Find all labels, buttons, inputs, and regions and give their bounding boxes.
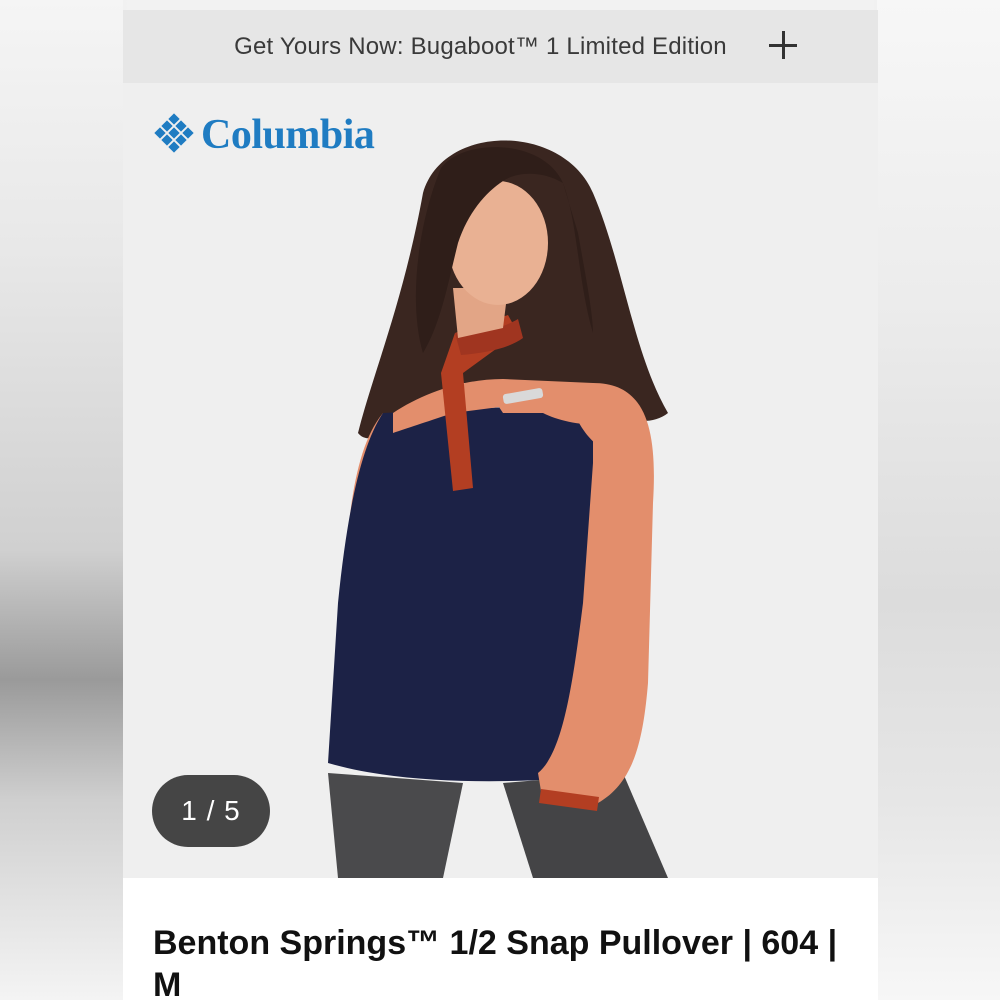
brand-logo[interactable]: Columbia [151,111,375,159]
brand-name: Columbia [201,112,375,158]
image-counter-badge: 1 / 5 [152,775,270,847]
background-blur-right [877,0,1000,1000]
plus-icon[interactable] [766,28,800,62]
product-photo [328,140,668,878]
product-info: Benton Springs™ 1/2 Snap Pullover | 604 … [123,878,878,1000]
product-image-gallery[interactable]: Columbia 1 / 5 [123,83,878,878]
background-blur-left [0,0,123,1000]
promo-banner[interactable]: Get Yours Now: Bugaboot™ 1 Limited Editi… [123,10,878,83]
product-title: Benton Springs™ 1/2 Snap Pullover | 604 … [153,924,838,1000]
product-page: Get Yours Now: Bugaboot™ 1 Limited Editi… [123,10,878,1000]
promo-text: Get Yours Now: Bugaboot™ 1 Limited Editi… [234,32,727,60]
columbia-diamond-logo-icon [154,113,194,153]
